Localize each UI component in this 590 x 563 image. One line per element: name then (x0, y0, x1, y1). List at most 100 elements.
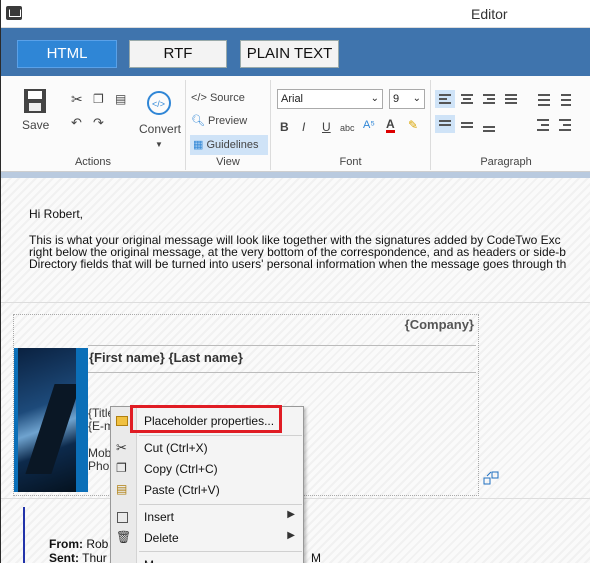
menu-item-paste[interactable]: ▤ Paste (Ctrl+V) (111, 480, 303, 501)
message-body: Hi Robert, This is what your original me… (29, 208, 590, 270)
valign-bottom-icon[interactable] (479, 115, 499, 133)
superscript-icon[interactable]: A⁵ (363, 118, 375, 132)
font-group: Arial ⌄ 9 ⌄ B I U abc A⁵ A ✎ Font (271, 80, 431, 170)
placeholder-icon (116, 416, 128, 426)
font-family-select[interactable]: Arial ⌄ (277, 89, 383, 109)
menu-item-more[interactable]: M (111, 555, 303, 563)
guidelines-button[interactable]: ▦ Guidelines (190, 135, 268, 155)
svg-text:</>: </> (152, 99, 165, 109)
preview-icon: 🔍︎ (191, 115, 205, 127)
bold-button[interactable]: B (280, 120, 289, 134)
name-placeholder[interactable]: {First name} {Last name} (89, 350, 243, 365)
highlight-box (130, 405, 282, 433)
section-divider (1, 302, 590, 303)
company-placeholder[interactable]: {Company} (405, 317, 474, 332)
sent-label: Sent: (49, 551, 79, 563)
sent-value: Thur (82, 551, 107, 563)
font-size-select[interactable]: 9 ⌄ (389, 89, 425, 109)
menu-item-cut[interactable]: ✂ Cut (Ctrl+X) (111, 438, 303, 459)
valign-top-icon[interactable] (435, 115, 455, 133)
copy-icon: ❐ (116, 461, 127, 475)
cut-icon[interactable]: ✂ (71, 92, 83, 106)
menu-separator (139, 435, 302, 436)
quote-bar (23, 507, 25, 563)
clipboard-icon: ▤ (116, 482, 128, 496)
menu-item-copy[interactable]: ❐ Copy (Ctrl+C) (111, 459, 303, 480)
preview-label: Preview (208, 115, 248, 127)
divider (88, 345, 476, 346)
menu-item-label: Paste (Ctrl+V) (144, 483, 220, 497)
greeting: Hi Robert, (29, 207, 84, 221)
guidelines-icon: ▦ (193, 139, 204, 151)
indent-increase-icon[interactable] (553, 115, 573, 133)
valign-middle-icon[interactable] (457, 115, 477, 133)
menu-separator (139, 504, 302, 505)
align-right-icon[interactable] (479, 90, 499, 108)
indent-decrease-icon[interactable] (531, 115, 551, 133)
numbered-list-icon[interactable] (553, 90, 573, 108)
guidelines-label: Guidelines (206, 139, 259, 151)
convert-dropdown-icon[interactable]: ▼ (155, 138, 163, 152)
convert-icon: </> (147, 91, 171, 115)
menu-item-delete[interactable]: 🗑︎ Delete ▶ (111, 528, 303, 549)
actions-group-label: Actions (74, 156, 112, 168)
signature-banner-image (14, 348, 76, 492)
menu-separator (139, 551, 302, 552)
menu-item-label: Cut (Ctrl+X) (144, 441, 208, 455)
bullet-list-icon[interactable] (531, 90, 551, 108)
paste-icon[interactable]: ▤ (115, 92, 126, 106)
paragraph-group-label: Paragraph (480, 156, 532, 168)
signature-accent-stripe (76, 348, 88, 492)
app-icon (6, 6, 22, 20)
justify-icon[interactable] (501, 90, 521, 108)
italic-button[interactable]: I (302, 120, 305, 134)
save-icon (24, 89, 46, 113)
strikethrough-button[interactable]: abc (340, 121, 355, 135)
menu-item-label: Copy (Ctrl+C) (144, 462, 218, 476)
convert-label: Convert (139, 122, 182, 136)
trash-icon: 🗑︎ (116, 530, 132, 544)
copy-icon[interactable]: ❐ (93, 92, 104, 106)
submenu-arrow-icon: ▶ (287, 530, 295, 541)
menu-item-insert[interactable]: Insert ▶ (111, 507, 303, 528)
save-label: Save (22, 118, 50, 132)
source-button[interactable]: </> Source (191, 88, 245, 108)
sent-tail: M (311, 551, 321, 563)
preview-button[interactable]: 🔍︎ Preview (191, 111, 247, 131)
align-center-icon[interactable] (457, 90, 477, 108)
font-size-value: 9 (393, 93, 400, 105)
font-group-label: Font (339, 156, 362, 168)
save-button[interactable]: Save (15, 88, 55, 138)
highlight-icon[interactable]: ✎ (408, 118, 418, 132)
underline-button[interactable]: U (322, 120, 331, 134)
convert-button[interactable]: </> Convert ▼ (137, 90, 181, 154)
align-left-icon[interactable] (435, 90, 455, 108)
view-group: </> Source 🔍︎ Preview ▦ Guidelines View (186, 80, 271, 170)
paragraph-group: Paragraph (431, 80, 590, 170)
divider (88, 372, 476, 373)
menu-item-label: Insert (144, 510, 175, 524)
menu-item-label: M (144, 558, 154, 563)
undo-icon[interactable]: ↶ (71, 116, 82, 130)
chevron-down-icon: ⌄ (412, 93, 421, 104)
from-value: Rob (86, 537, 109, 551)
title-bar: Editor (1, 0, 590, 28)
menu-item-label: Delete (144, 531, 179, 545)
mode-bar: HTML RTF PLAIN TEXT (1, 28, 590, 76)
font-color-icon[interactable]: A (386, 118, 395, 133)
actions-group: Save ✂ ❐ ▤ ↶ ↷ </> Convert ▼ Actions (1, 80, 186, 170)
scissors-icon: ✂ (116, 440, 127, 455)
mode-plain-text-button[interactable]: PLAIN TEXT (240, 40, 339, 68)
mode-html-button[interactable]: HTML (17, 40, 117, 68)
chevron-down-icon: ⌄ (370, 93, 379, 104)
mode-rtf-button[interactable]: RTF (129, 40, 227, 68)
message-line: Directory fields that will be turned int… (29, 257, 567, 271)
editor-window: Editor HTML RTF PLAIN TEXT Save ✂ ❐ ▤ ↶ … (0, 0, 590, 563)
window-title: Editor (471, 6, 508, 22)
from-label: From: (49, 537, 83, 551)
move-handle-icon[interactable] (483, 470, 499, 486)
ribbon: Save ✂ ❐ ▤ ↶ ↷ </> Convert ▼ Actions </>… (1, 76, 590, 172)
redo-icon[interactable]: ↷ (93, 116, 104, 130)
font-family-value: Arial (281, 93, 304, 105)
submenu-arrow-icon: ▶ (287, 509, 295, 520)
